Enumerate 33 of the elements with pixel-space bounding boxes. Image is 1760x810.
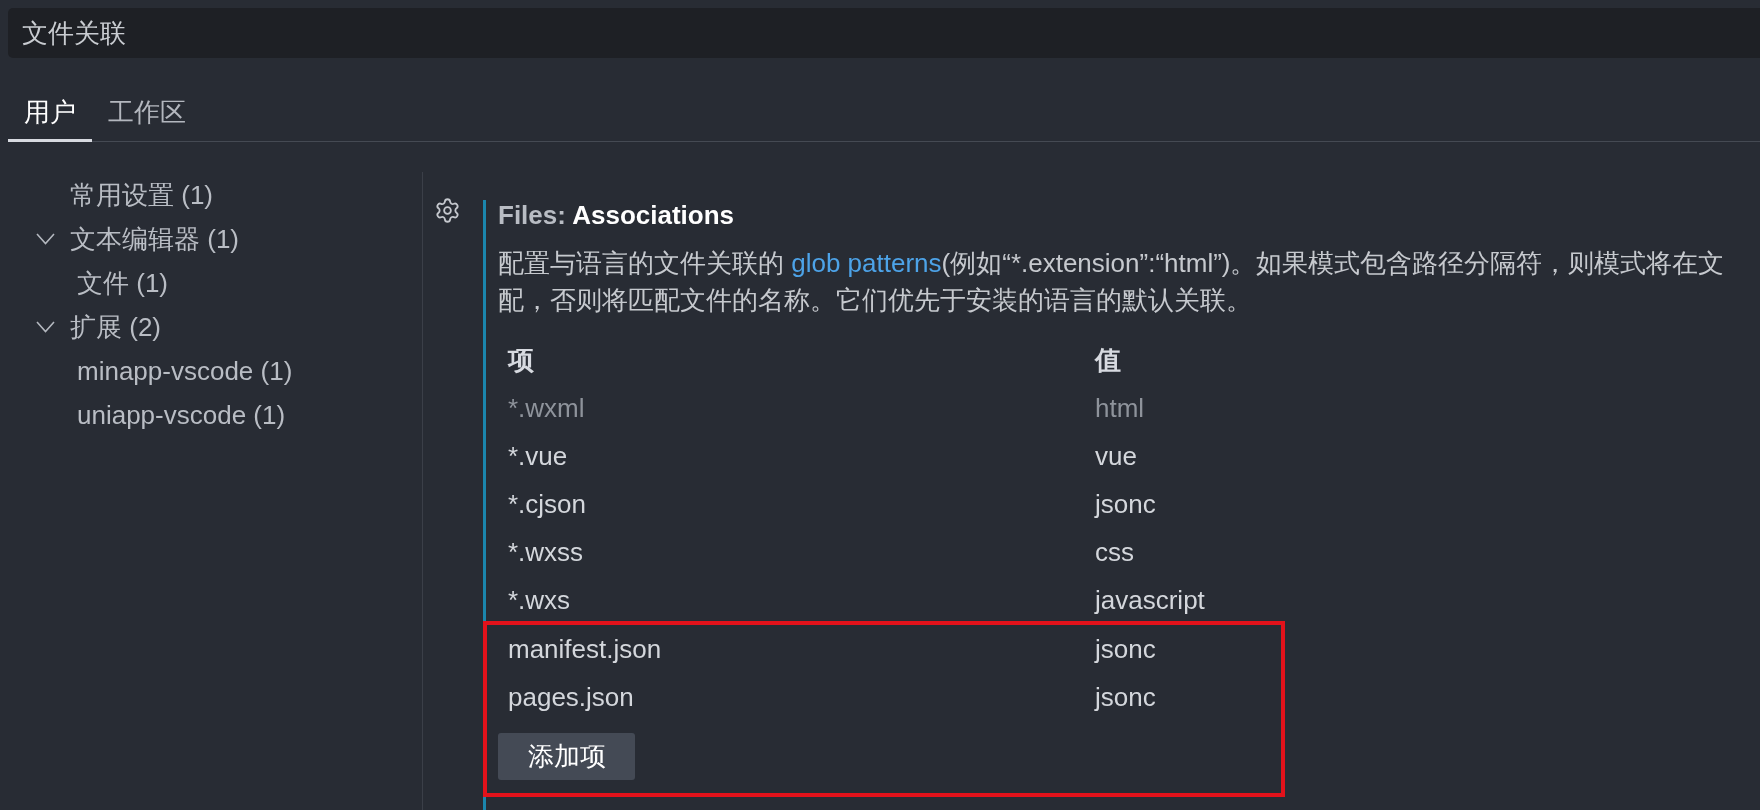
chevron-down-icon[interactable]	[36, 321, 55, 333]
tab[interactable]: 工作区	[92, 82, 202, 142]
tree-item[interactable]: minapp-vscode (1)	[77, 355, 293, 387]
tree-item[interactable]: 常用设置 (1)	[70, 177, 213, 213]
tree-item[interactable]: uniapp-vscode (1)	[77, 399, 286, 431]
tree-item[interactable]: 文件 (1)	[77, 265, 168, 301]
table-cell: javascript	[1095, 584, 1205, 616]
table-cell: jsonc	[1095, 681, 1156, 713]
add-item-button[interactable]: 添加项	[498, 733, 635, 780]
setting-title: Files: Associations	[498, 200, 734, 230]
setting-description: 配置与语言的文件关联的 glob patterns(例如“*.extension”:“html”)。如果模式包含路径分隔符，则模式将在文	[498, 247, 1725, 280]
table-cell: *.cjson	[508, 488, 587, 520]
link[interactable]: glob patterns	[791, 248, 942, 278]
search-field[interactable]: 文件关联	[8, 8, 1760, 58]
table-cell: css	[1095, 536, 1134, 568]
table-cell: jsonc	[1095, 488, 1156, 520]
table-cell: html	[1095, 392, 1145, 424]
tab[interactable]: 用户	[8, 82, 92, 142]
table-cell: pages.json	[508, 681, 634, 713]
tree-item[interactable]: 扩展 (2)	[70, 309, 161, 345]
column-header: 项	[508, 343, 534, 377]
table-cell: jsonc	[1095, 633, 1156, 665]
gear-icon[interactable]	[434, 197, 461, 224]
table-cell: *.wxss	[508, 536, 584, 568]
table-cell: manifest.json	[508, 633, 662, 665]
table-cell: *.wxs	[508, 584, 571, 616]
table-cell: *.wxml	[508, 392, 585, 424]
table-cell: vue	[1095, 440, 1137, 472]
setting-description: 配，否则将匹配文件的名称。它们优先于安装的语言的默认关联。	[498, 284, 1252, 317]
tree-item[interactable]: 文本编辑器 (1)	[70, 221, 239, 257]
table-cell: *.vue	[508, 440, 568, 472]
chevron-down-icon[interactable]	[36, 233, 55, 245]
column-header: 值	[1095, 343, 1121, 377]
